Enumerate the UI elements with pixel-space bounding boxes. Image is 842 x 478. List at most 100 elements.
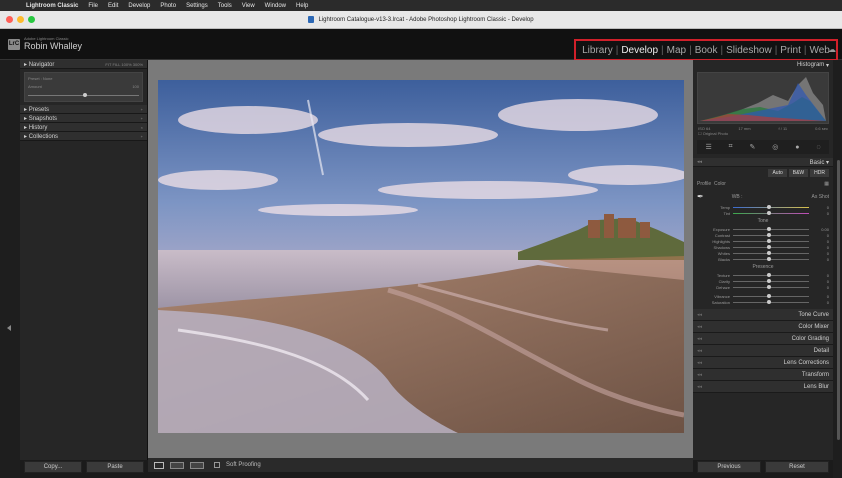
menu-window[interactable]: Window: [265, 3, 286, 9]
tint-slider[interactable]: Tint 0: [693, 210, 833, 216]
slider-value[interactable]: 0: [809, 279, 829, 284]
slider-knob[interactable]: [767, 244, 772, 249]
module-develop[interactable]: Develop: [621, 45, 658, 56]
navigator-header[interactable]: ▸ Navigator FIT FILL 100% 300%: [20, 60, 147, 69]
original-photo-checkbox[interactable]: ☐ Original Photo: [693, 131, 833, 136]
slider-knob[interactable]: [767, 272, 772, 277]
menu-tools[interactable]: Tools: [218, 3, 232, 9]
soft-proofing-checkbox[interactable]: [214, 462, 220, 468]
loupe-view-icon[interactable]: [154, 461, 164, 469]
slider-knob[interactable]: [767, 278, 772, 283]
panel-lens-blur[interactable]: ◂◂ Lens Blur: [693, 381, 833, 393]
hdr-button[interactable]: HDR: [810, 169, 829, 177]
presets-header[interactable]: ▸ Presets +: [20, 105, 147, 114]
collections-header[interactable]: ▸ Collections +: [20, 132, 147, 141]
masking-icon[interactable]: ●: [795, 144, 799, 151]
edit-sliders-icon[interactable]: ☰: [705, 143, 711, 151]
slider-knob[interactable]: [83, 93, 87, 97]
before-after-view-icon[interactable]: [170, 461, 184, 469]
slider-track[interactable]: [733, 232, 809, 237]
panel-color-grading[interactable]: ◂◂ Color Grading: [693, 333, 833, 345]
right-panel-scrollbar[interactable]: [837, 160, 840, 440]
module-print[interactable]: Print: [780, 45, 801, 56]
slider-value[interactable]: 0.00: [809, 227, 829, 232]
menu-settings[interactable]: Settings: [186, 3, 208, 9]
slider-value[interactable]: 0: [809, 285, 829, 290]
slider-knob[interactable]: [767, 284, 772, 289]
panel-lens-corrections[interactable]: ◂◂ Lens Corrections: [693, 357, 833, 369]
module-web[interactable]: Web: [809, 45, 829, 56]
slider-track[interactable]: [733, 284, 809, 289]
panel-switch-icon[interactable]: ◂◂: [697, 324, 702, 330]
slider-knob[interactable]: [767, 238, 772, 243]
slider-track[interactable]: [733, 256, 809, 261]
panel-color-mixer[interactable]: ◂◂ Color Mixer: [693, 321, 833, 333]
slider-knob[interactable]: [767, 299, 772, 304]
crop-icon[interactable]: ⌗: [729, 143, 733, 151]
slider-knob[interactable]: [767, 256, 772, 261]
slider-knob[interactable]: [767, 226, 772, 231]
slider-track[interactable]: [733, 299, 809, 304]
bw-button[interactable]: B&W: [788, 169, 809, 177]
menu-file[interactable]: File: [88, 3, 98, 9]
history-header[interactable]: ▸ History ×: [20, 123, 147, 132]
slider-value[interactable]: 0: [809, 251, 829, 256]
module-library[interactable]: Library: [582, 45, 613, 56]
panel-switch-icon[interactable]: ◂◂: [697, 312, 702, 318]
slider-track[interactable]: [733, 250, 809, 255]
slider-value[interactable]: 0: [809, 245, 829, 250]
module-map[interactable]: Map: [667, 45, 686, 56]
slider-knob[interactable]: [767, 232, 772, 237]
red-eye-icon[interactable]: ◎: [772, 143, 778, 151]
panel-switch-icon[interactable]: ◂◂: [697, 360, 702, 366]
minimize-window-button[interactable]: [17, 16, 24, 23]
zoom-window-button[interactable]: [28, 16, 35, 23]
collapse-left-panel-icon[interactable]: [7, 325, 11, 331]
menu-help[interactable]: Help: [296, 3, 308, 9]
slider-value[interactable]: 0: [809, 257, 829, 262]
cloud-sync-icon[interactable]: ☁: [828, 45, 836, 54]
app-menu[interactable]: Lightroom Classic: [26, 3, 78, 9]
close-window-button[interactable]: [6, 16, 13, 23]
profile-browser-icon[interactable]: ▦: [824, 181, 829, 187]
module-slideshow[interactable]: Slideshow: [726, 45, 772, 56]
wb-eyedropper-icon[interactable]: ✒: [697, 192, 704, 201]
healing-icon[interactable]: ✎: [749, 143, 755, 151]
histogram-header[interactable]: Histogram ▾: [693, 60, 833, 70]
reset-button[interactable]: Reset: [765, 461, 829, 473]
panel-transform[interactable]: ◂◂ Transform: [693, 369, 833, 381]
panel-switch-icon[interactable]: ◂◂: [697, 348, 702, 354]
auto-button[interactable]: Auto: [768, 169, 787, 177]
slider-value[interactable]: 0: [809, 294, 829, 299]
module-book[interactable]: Book: [695, 45, 718, 56]
slider-knob[interactable]: [767, 293, 772, 298]
slider-track[interactable]: [733, 272, 809, 277]
blacks-slider[interactable]: Blacks 0: [693, 256, 833, 262]
slider-track[interactable]: [733, 244, 809, 249]
menu-edit[interactable]: Edit: [108, 3, 118, 9]
menu-photo[interactable]: Photo: [160, 3, 176, 9]
more-tools-icon[interactable]: ◌: [816, 144, 820, 151]
before-after-swap-icon[interactable]: [190, 461, 204, 469]
photo-preview[interactable]: [158, 80, 684, 433]
snapshots-header[interactable]: ▸ Snapshots +: [20, 114, 147, 123]
panel-switch-icon[interactable]: ◂◂: [697, 336, 702, 342]
add-collection-icon[interactable]: +: [141, 134, 143, 139]
slider-knob[interactable]: [767, 250, 772, 255]
profile-dropdown[interactable]: Color: [714, 181, 726, 187]
navigator-amount-slider[interactable]: [28, 93, 139, 97]
paste-settings-button[interactable]: Paste: [86, 461, 144, 473]
panel-detail[interactable]: ◂◂ Detail: [693, 345, 833, 357]
add-snapshot-icon[interactable]: +: [141, 116, 143, 121]
panel-switch-icon[interactable]: ◂◂: [697, 384, 702, 390]
slider-value[interactable]: 0: [809, 239, 829, 244]
slider-track[interactable]: [733, 278, 809, 283]
slider-track[interactable]: [733, 226, 809, 231]
panel-tone-curve[interactable]: ◂◂ Tone Curve: [693, 309, 833, 321]
navigator-zoom-options[interactable]: FIT FILL 100% 300%: [105, 62, 143, 67]
wb-dropdown[interactable]: As Shot: [811, 194, 829, 200]
slider-value[interactable]: 0: [809, 300, 829, 305]
slider-value[interactable]: 0: [809, 233, 829, 238]
menu-develop[interactable]: Develop: [128, 3, 150, 9]
slider-track[interactable]: [733, 293, 809, 298]
